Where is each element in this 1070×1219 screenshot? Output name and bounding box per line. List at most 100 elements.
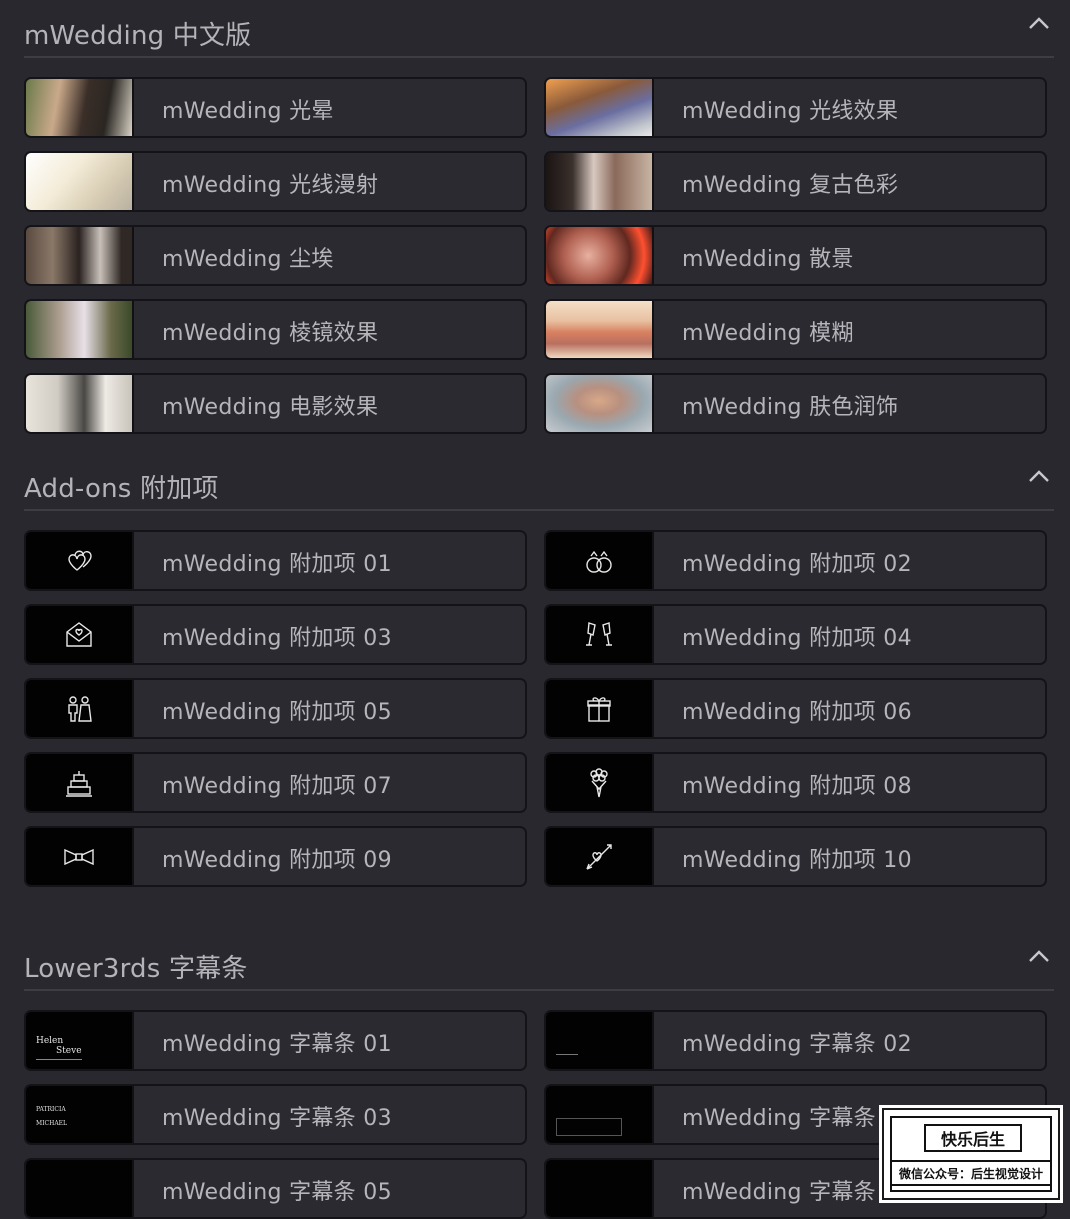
addon-label: mWedding 附加项 04	[682, 626, 912, 651]
champagne-glasses-icon	[586, 621, 612, 646]
addon-card[interactable]: mWedding 附加项 01	[24, 530, 527, 591]
preset-thumbnail	[26, 227, 134, 284]
preset-card[interactable]: mWedding 棱镜效果	[24, 299, 527, 360]
thumb-name-1: PATRICIA	[36, 1106, 66, 1113]
addon-card[interactable]: mWedding 附加项 08	[544, 752, 1047, 813]
chevron-up-icon[interactable]	[1028, 469, 1050, 483]
section-header[interactable]: Add-ons 附加项	[24, 453, 1054, 511]
section-mwedding-cn: mWedding 中文版 mWedding 光晕 mWedding 光线效果 m…	[24, 0, 1054, 434]
preset-thumbnail	[546, 227, 654, 284]
envelope-heart-icon	[66, 621, 92, 647]
thumb-frame	[556, 1118, 622, 1136]
addon-label: mWedding 附加项 05	[162, 700, 392, 725]
addon-card[interactable]: mWedding 附加项 07	[24, 752, 527, 813]
preset-card[interactable]: mWedding 散景	[544, 225, 1047, 286]
chevron-up-icon[interactable]	[1028, 949, 1050, 963]
addon-label: mWedding 附加项 02	[682, 552, 912, 577]
preset-thumbnail	[546, 301, 654, 358]
section-lower3rds: Lower3rds 字幕条 Helen Steve mWedding 字幕条 0…	[24, 933, 1054, 1219]
chevron-up-icon[interactable]	[1028, 16, 1050, 30]
preset-label: mWedding 光线效果	[682, 99, 899, 124]
lower3rd-label: mWedding 字幕条 05	[162, 1180, 392, 1205]
preset-card[interactable]: mWedding 肤色润饰	[544, 373, 1047, 434]
addon-label: mWedding 附加项 03	[162, 626, 392, 651]
preset-label: mWedding 肤色润饰	[682, 395, 899, 420]
section-title: Add-ons 附加项	[24, 474, 219, 504]
badge-subtitle: 微信公众号：后生视觉设计	[890, 1160, 1052, 1186]
preset-thumbnail	[26, 153, 134, 210]
wedding-cake-icon	[66, 770, 92, 797]
addon-thumbnail	[546, 754, 654, 811]
preset-label: mWedding 光晕	[162, 99, 334, 124]
thumb-name-1: Helen	[36, 1036, 64, 1046]
couple-icon	[68, 695, 92, 722]
addon-card[interactable]: mWedding 附加项 09	[24, 826, 527, 887]
cupid-arrow-icon	[586, 843, 612, 870]
preset-label: mWedding 散景	[682, 247, 854, 272]
addon-thumbnail	[546, 606, 654, 663]
badge-title: 快乐后生	[924, 1124, 1022, 1152]
addon-card[interactable]: mWedding 附加项 10	[544, 826, 1047, 887]
addon-label: mWedding 附加项 10	[682, 848, 912, 873]
preset-card[interactable]: mWedding 光线效果	[544, 77, 1047, 138]
addon-label: mWedding 附加项 01	[162, 552, 392, 577]
section-title: Lower3rds 字幕条	[24, 954, 248, 984]
preset-thumbnail	[26, 79, 134, 136]
preset-thumbnail	[546, 79, 654, 136]
addon-thumbnail	[26, 754, 134, 811]
preset-thumbnail	[546, 375, 654, 432]
wechat-badge: 快乐后生 微信公众号：后生视觉设计	[882, 1108, 1060, 1200]
preset-card[interactable]: mWedding 复古色彩	[544, 151, 1047, 212]
lower3rd-card[interactable]: PATRICIA MICHAEL mWedding 字幕条 03	[24, 1084, 527, 1145]
addon-label: mWedding 附加项 09	[162, 848, 392, 873]
preset-card[interactable]: mWedding 电影效果	[24, 373, 527, 434]
addon-card[interactable]: mWedding 附加项 02	[544, 530, 1047, 591]
preset-thumbnail	[26, 301, 134, 358]
preset-label: mWedding 尘埃	[162, 247, 334, 272]
lower3rd-card[interactable]: Helen Steve mWedding 字幕条 01	[24, 1010, 527, 1071]
gift-icon	[587, 696, 611, 722]
lower3rd-label: mWedding 字幕条 03	[162, 1106, 392, 1131]
preset-thumbnail	[546, 153, 654, 210]
addon-thumbnail	[26, 606, 134, 663]
thumb-name-2: Steve	[56, 1046, 82, 1056]
preset-card[interactable]: mWedding 尘埃	[24, 225, 527, 286]
lower3rd-thumbnail: PATRICIA MICHAEL	[26, 1086, 134, 1143]
lower3rd-thumbnail	[546, 1012, 654, 1069]
lower3rd-card[interactable]: mWedding 字幕条 02	[544, 1010, 1047, 1071]
addon-thumbnail	[546, 680, 654, 737]
preset-card[interactable]: mWedding 光线漫射	[24, 151, 527, 212]
preset-label: mWedding 复古色彩	[682, 173, 899, 198]
lower3rd-thumbnail: Helen Steve	[26, 1012, 134, 1069]
addon-thumbnail	[26, 680, 134, 737]
addon-label: mWedding 附加项 06	[682, 700, 912, 725]
lower3rd-label: mWedding 字幕条 02	[682, 1032, 912, 1057]
thumb-script-mark	[556, 1054, 578, 1055]
addon-card[interactable]: mWedding 附加项 05	[24, 678, 527, 739]
section-header[interactable]: mWedding 中文版	[24, 0, 1054, 58]
thumb-name-2: MICHAEL	[36, 1120, 68, 1127]
lower3rd-label: mWedding 字幕条 06	[682, 1180, 912, 1205]
preset-card[interactable]: mWedding 模糊	[544, 299, 1047, 360]
section-title: mWedding 中文版	[24, 21, 252, 51]
lower3rd-card[interactable]: mWedding 字幕条 05	[24, 1158, 527, 1219]
lower3rd-label: mWedding 字幕条 01	[162, 1032, 392, 1057]
addon-thumbnail	[26, 532, 134, 589]
addon-label: mWedding 附加项 08	[682, 774, 912, 799]
addon-card[interactable]: mWedding 附加项 06	[544, 678, 1047, 739]
lower3rd-thumbnail	[546, 1086, 654, 1143]
addon-thumbnail	[546, 532, 654, 589]
preset-label: mWedding 棱镜效果	[162, 321, 379, 346]
preset-card[interactable]: mWedding 光晕	[24, 77, 527, 138]
lower3rd-thumbnail	[26, 1160, 134, 1217]
bow-tie-icon	[64, 848, 94, 865]
preset-label: mWedding 电影效果	[162, 395, 379, 420]
preset-thumbnail	[26, 375, 134, 432]
addon-card[interactable]: mWedding 附加项 04	[544, 604, 1047, 665]
addon-thumbnail	[26, 828, 134, 885]
preset-label: mWedding 模糊	[682, 321, 854, 346]
addon-thumbnail	[546, 828, 654, 885]
section-header[interactable]: Lower3rds 字幕条	[24, 933, 1054, 991]
addon-label: mWedding 附加项 07	[162, 774, 392, 799]
addon-card[interactable]: mWedding 附加项 03	[24, 604, 527, 665]
